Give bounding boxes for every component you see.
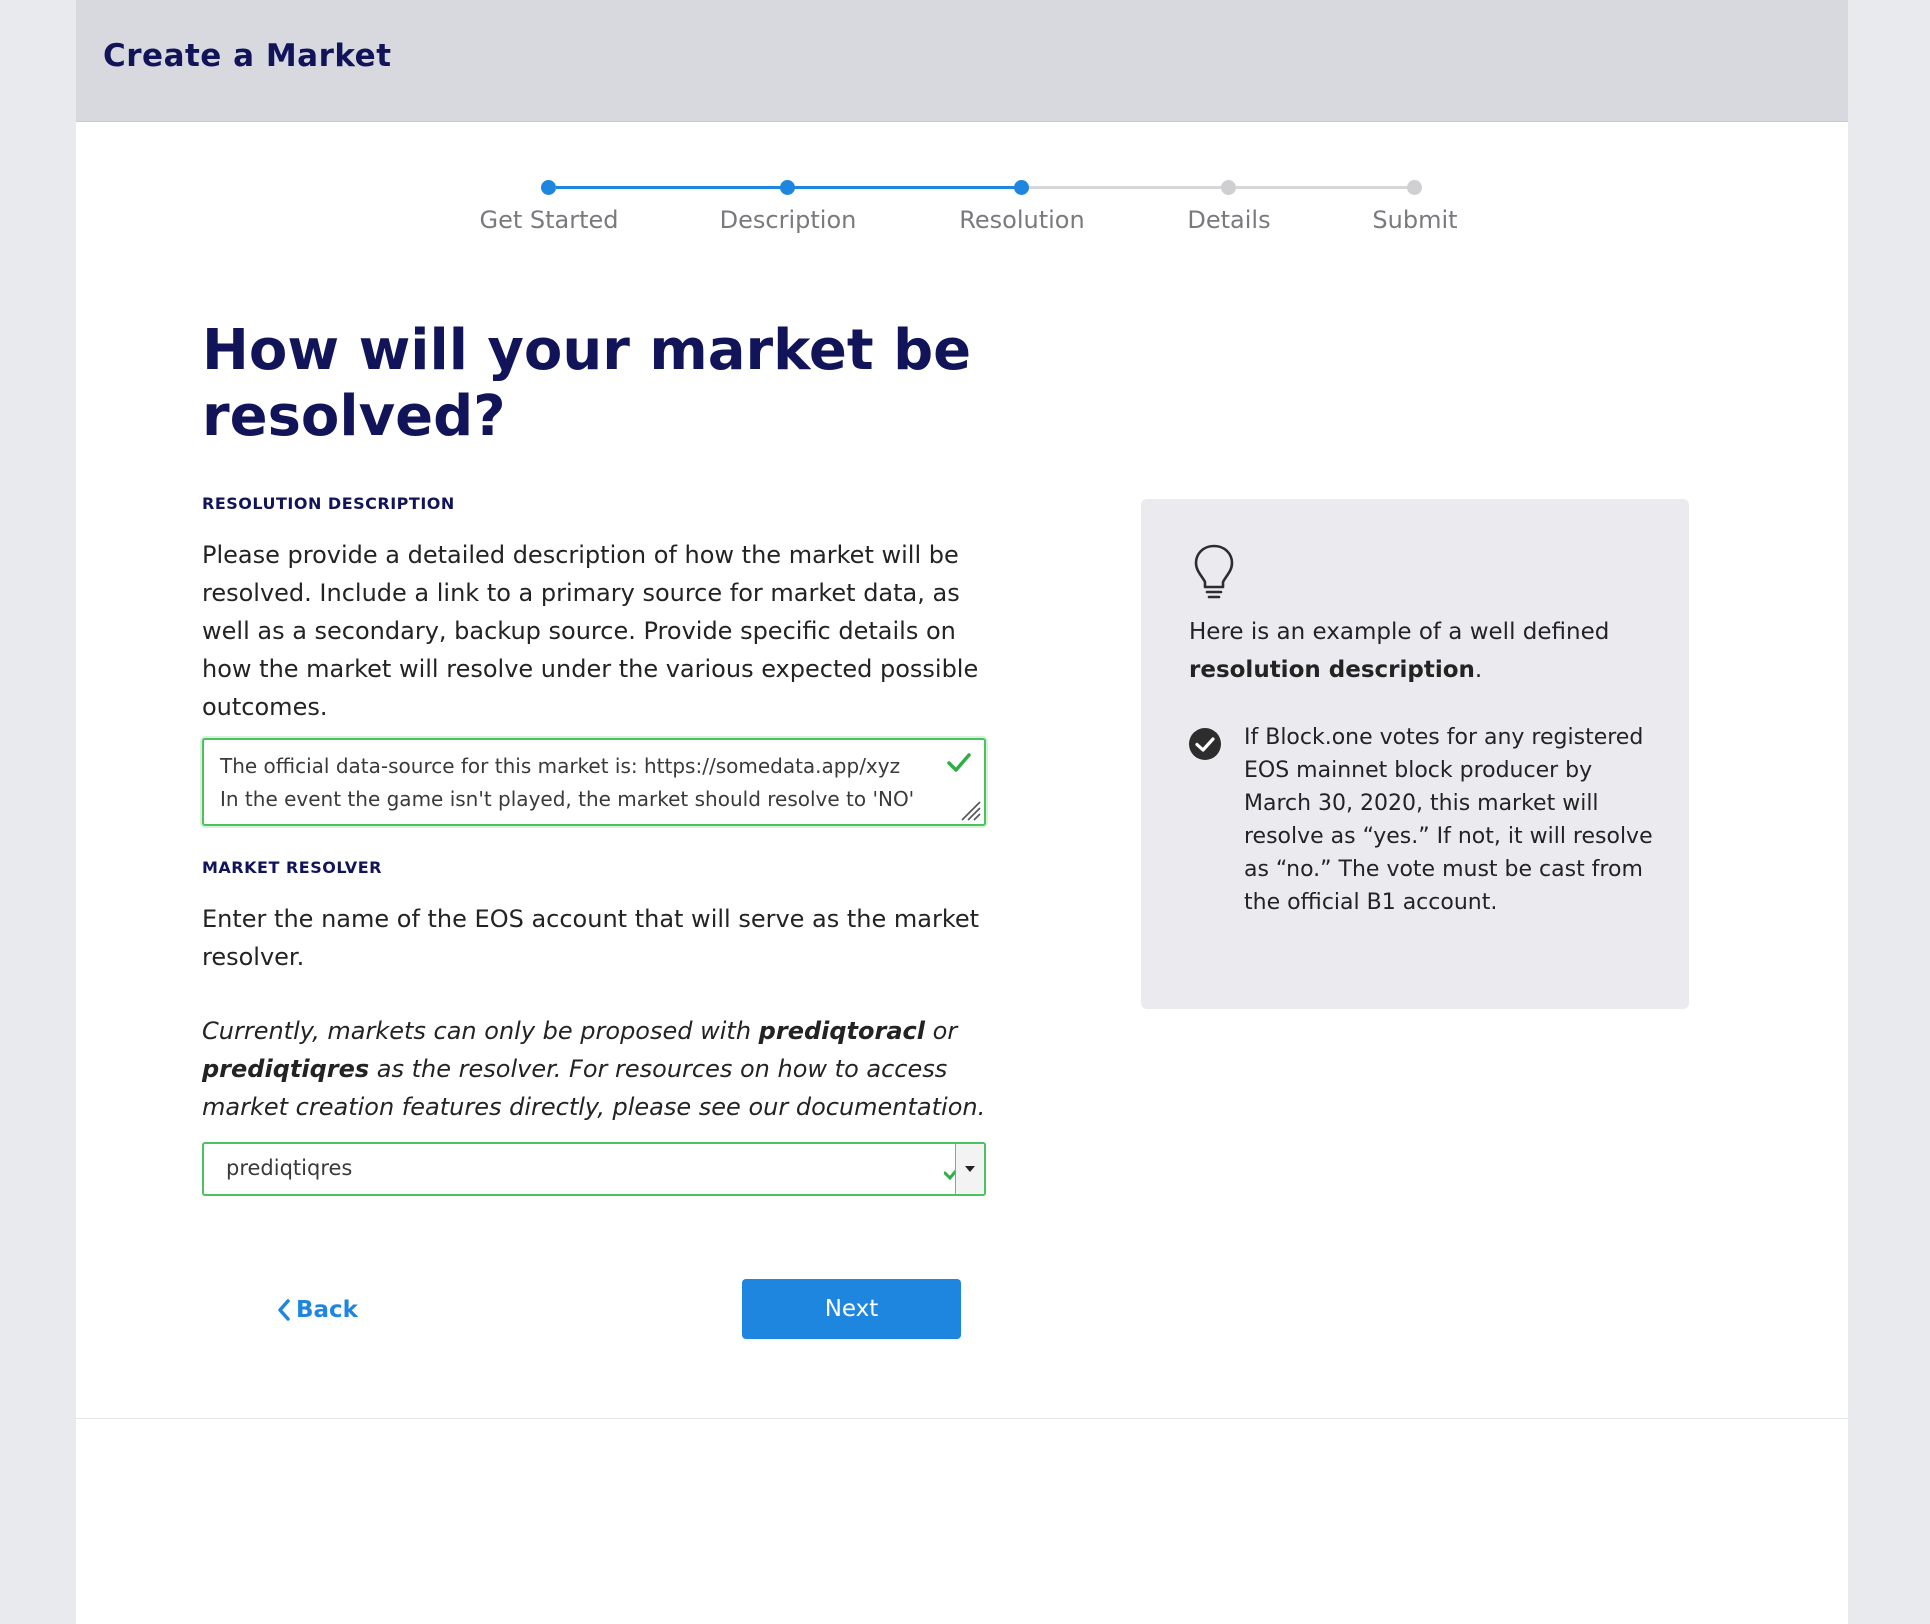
lightbulb-icon xyxy=(1194,544,1234,599)
step-dot-get-started xyxy=(541,180,556,195)
next-button[interactable]: Next xyxy=(742,1279,961,1339)
step-dot-description xyxy=(780,180,795,195)
resolver-option-prediqtoracl: prediqtoracl xyxy=(758,1017,925,1045)
resolution-description-help: Please provide a detailed description of… xyxy=(202,541,979,721)
content-divider xyxy=(76,1418,1848,1419)
resolver-note: Currently, markets can only be proposed … xyxy=(202,1012,1002,1126)
step-label-get-started: Get Started xyxy=(479,206,619,234)
resolver-note-text: or xyxy=(925,1017,958,1045)
step-label-submit: Submit xyxy=(1372,206,1458,234)
valid-check-icon xyxy=(947,753,971,772)
step-dot-resolution xyxy=(1014,180,1029,195)
tip-intro-text: Here is an example of a well defined xyxy=(1189,619,1610,645)
page-title: How will your market be resolved? xyxy=(202,318,972,449)
market-resolver-select[interactable]: prediqtiqres xyxy=(202,1142,986,1196)
textarea-line-1: The official data-source for this market… xyxy=(220,754,901,778)
step-dot-submit xyxy=(1407,180,1422,195)
step-connector xyxy=(556,186,786,189)
tip-intro-bold: resolution description xyxy=(1189,657,1475,683)
market-resolver-selected-value: prediqtiqres xyxy=(226,1156,353,1180)
tip-intro-end: . xyxy=(1474,657,1483,683)
check-circle-icon xyxy=(1189,728,1221,760)
resolver-note-text: Currently, markets can only be proposed … xyxy=(202,1017,759,1045)
tip-intro: Here is an example of a well defined res… xyxy=(1189,613,1649,689)
resolution-description-textarea[interactable]: The official data-source for this market… xyxy=(202,738,986,826)
step-connector xyxy=(1228,186,1414,189)
resolver-option-prediqtiqres: prediqtiqres xyxy=(202,1055,370,1083)
tip-example-text: If Block.one votes for any registered EO… xyxy=(1244,725,1653,915)
step-label-resolution: Resolution xyxy=(959,206,1085,234)
progress-stepper: Get Started Description Resolution Detai… xyxy=(0,0,1930,260)
back-button[interactable]: Back xyxy=(276,1294,358,1326)
back-button-label: Back xyxy=(296,1297,358,1323)
step-dot-details xyxy=(1221,180,1236,195)
tip-panel: Here is an example of a well defined res… xyxy=(1141,499,1689,1009)
resize-handle-icon[interactable] xyxy=(956,796,982,822)
step-label-description: Description xyxy=(719,206,857,234)
resolution-description-label: RESOLUTION DESCRIPTION xyxy=(202,494,455,513)
market-resolver-label: MARKET RESOLVER xyxy=(202,858,382,877)
step-connector xyxy=(786,186,1022,189)
step-connector xyxy=(1022,186,1228,189)
market-resolver-help: Enter the name of the EOS account that w… xyxy=(202,905,980,971)
textarea-line-2: In the event the game isn't played, the … xyxy=(220,787,915,811)
chevron-left-icon xyxy=(278,1299,290,1321)
chevron-down-icon[interactable] xyxy=(955,1144,984,1194)
step-label-details: Details xyxy=(1187,206,1271,234)
